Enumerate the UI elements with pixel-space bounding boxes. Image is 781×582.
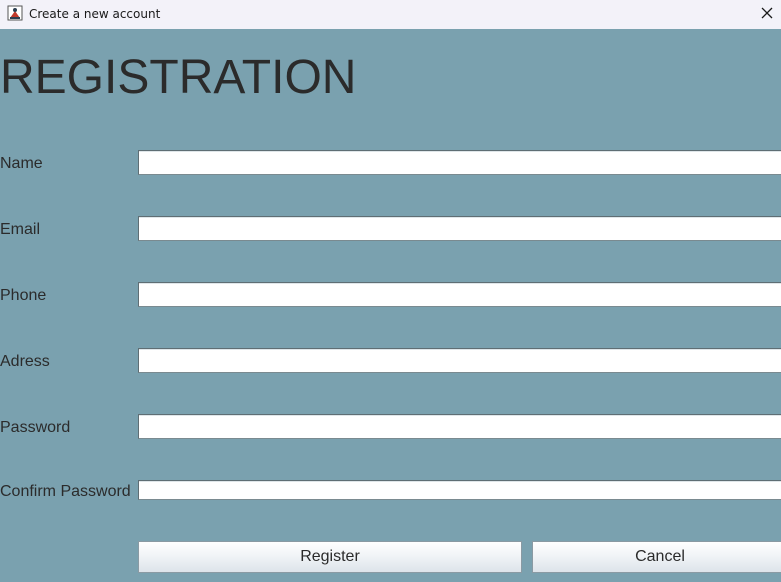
close-button[interactable] [753,0,781,29]
email-field[interactable] [138,216,781,241]
phone-label: Phone [0,287,47,304]
page-title: REGISTRATION [0,51,357,104]
title-bar: Create a new account [0,0,781,29]
address-field[interactable] [138,348,781,373]
java-app-icon [7,5,23,21]
register-button[interactable]: Register [138,541,522,573]
confirm-password-field[interactable] [138,480,781,500]
cancel-button[interactable]: Cancel [532,541,781,573]
name-label: Name [0,155,43,172]
window-title: Create a new account [29,7,161,21]
email-label: Email [0,221,41,238]
registration-window: Create a new account REGISTRATION Name E… [0,0,781,582]
password-label: Password [0,419,71,436]
close-icon [761,6,773,24]
password-field[interactable] [138,414,781,439]
address-label: Adress [0,353,50,370]
phone-field[interactable] [138,282,781,307]
confirm-password-label: Confirm Password [0,483,131,500]
name-field[interactable] [138,150,781,175]
